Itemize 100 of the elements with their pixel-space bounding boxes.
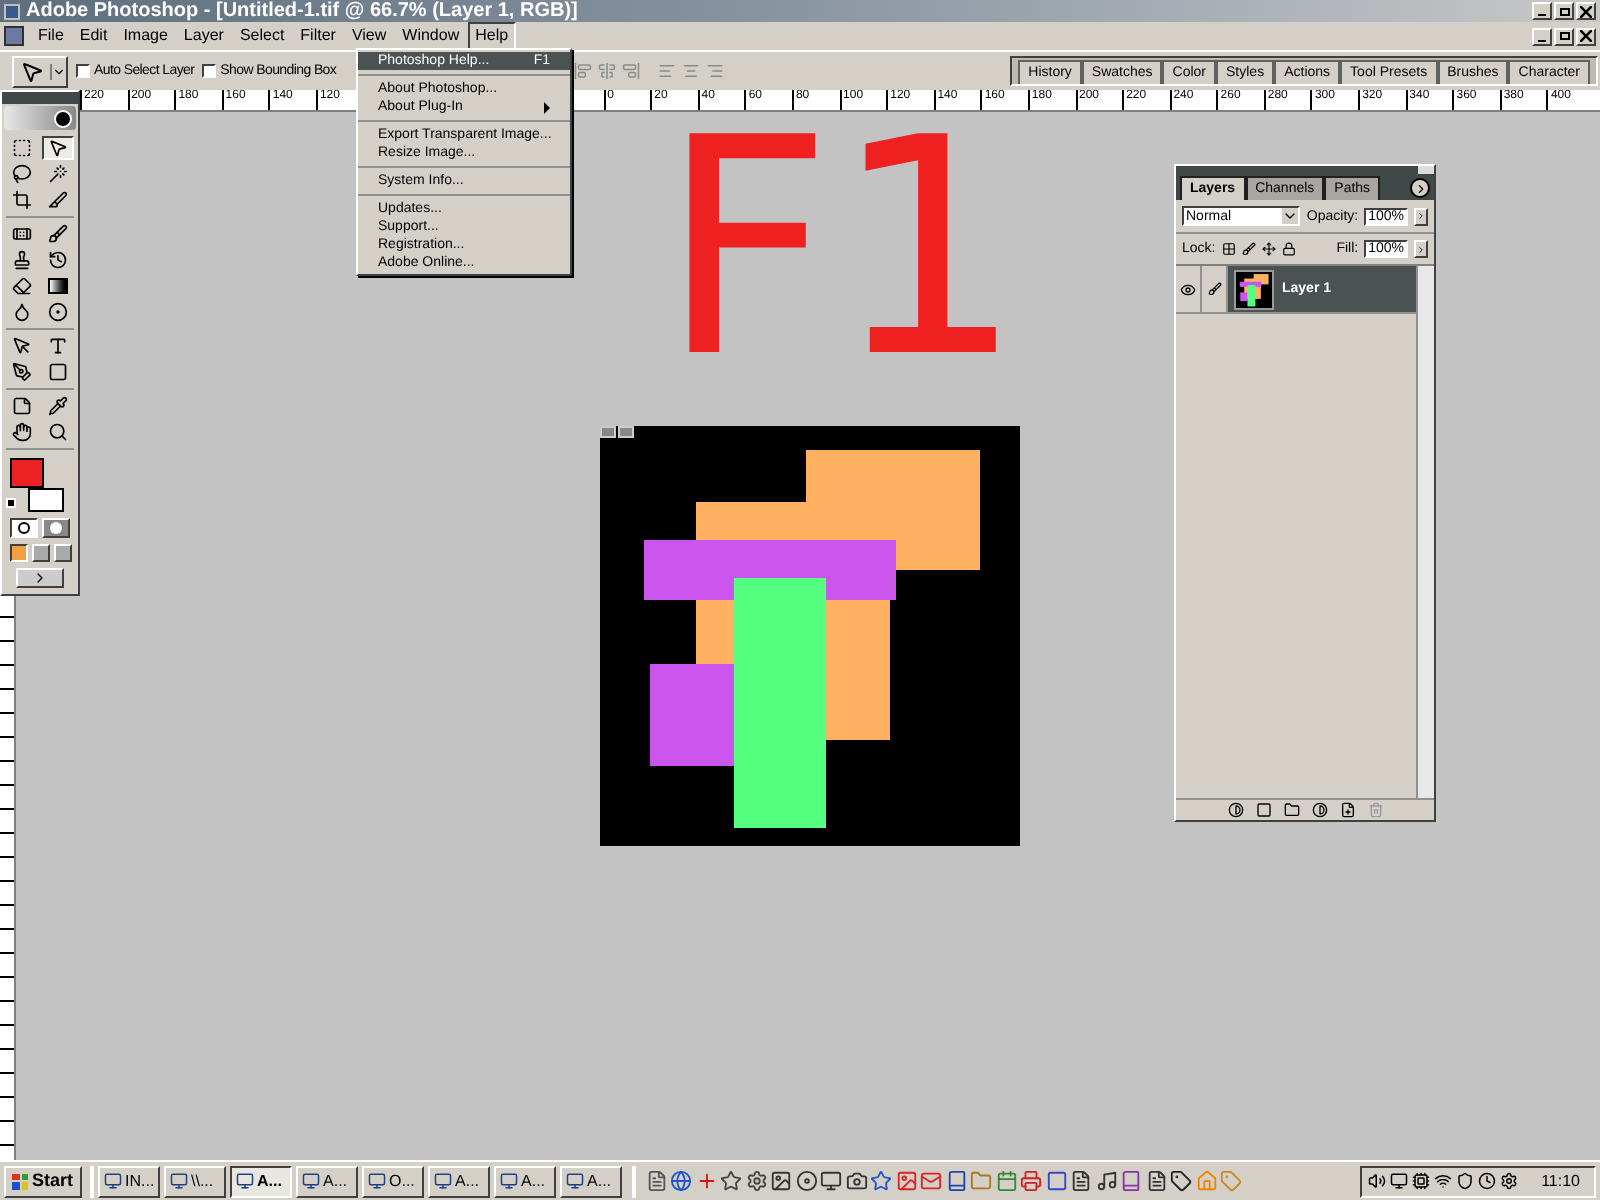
half-circle-icon[interactable] (1227, 802, 1243, 818)
monitor-icon[interactable] (820, 1170, 843, 1192)
checkbox[interactable] (202, 64, 217, 78)
note-icon (12, 396, 32, 416)
menu-item[interactable]: Filter (292, 22, 344, 50)
printer-icon[interactable] (1020, 1170, 1043, 1192)
menu-item[interactable]: Edit (71, 22, 116, 50)
gradient-icon (47, 278, 67, 294)
eye-icon[interactable] (1180, 281, 1196, 297)
monitor-icon[interactable] (1389, 1172, 1408, 1190)
stamp-icon (12, 250, 32, 270)
close-icon (1580, 30, 1592, 42)
arrow-icon (20, 59, 44, 83)
caret-icon (50, 63, 66, 79)
menu-item[interactable]: View (343, 22, 395, 50)
chip-icon[interactable] (1411, 1172, 1430, 1190)
clock: 11:10 (1541, 1173, 1580, 1189)
tool-preset-button[interactable] (12, 55, 68, 87)
brush-icon[interactable] (1241, 242, 1256, 256)
half-circle-icon[interactable] (1311, 802, 1327, 818)
document-restore-button[interactable] (1554, 27, 1574, 45)
cross-icon[interactable] (695, 1170, 718, 1192)
lasso-icon (12, 164, 32, 184)
pen-icon (12, 362, 32, 382)
arrow-icon (47, 138, 67, 158)
window-icon (565, 1172, 584, 1190)
tag-icon[interactable] (1170, 1170, 1193, 1192)
jump-to-button[interactable] (16, 568, 64, 588)
shield-icon[interactable] (1455, 1172, 1474, 1190)
taskbar-button[interactable]: A... (493, 1165, 556, 1197)
default-colors-icon[interactable] (6, 498, 16, 508)
taskbar-button[interactable]: \\... (163, 1165, 226, 1197)
square-icon[interactable] (1255, 802, 1271, 818)
checkerboard-icon[interactable] (1221, 242, 1236, 256)
book-icon[interactable] (945, 1170, 968, 1192)
mail-icon[interactable] (920, 1170, 943, 1192)
disc-icon[interactable] (795, 1170, 818, 1192)
window-title: Adobe Photoshop - [Untitled-1.tif @ 66.7% (Layer 1, RGB)] (26, 1, 578, 21)
menu-item[interactable]: Window (394, 22, 468, 50)
brush-icon (1207, 282, 1221, 296)
annotation-text: F1 (660, 100, 1024, 400)
speaker-icon[interactable] (1367, 1172, 1386, 1190)
fill-slider-button[interactable] (1414, 240, 1428, 258)
tool-button[interactable] (41, 136, 73, 160)
gear-icon[interactable] (745, 1170, 768, 1192)
document-close-button[interactable] (1576, 27, 1596, 45)
caret-icon (1282, 208, 1299, 224)
star-icon[interactable] (870, 1170, 893, 1192)
menu-item[interactable]: Select (231, 22, 293, 50)
clock-icon[interactable] (1477, 1172, 1496, 1190)
menu-item[interactable]: Image (115, 22, 176, 50)
book-icon[interactable] (1120, 1170, 1143, 1192)
foreground-color-swatch[interactable] (10, 458, 44, 488)
window-icon (235, 1172, 254, 1190)
close-icon (1580, 5, 1592, 17)
gear-icon[interactable] (1499, 1172, 1518, 1190)
window-icon (301, 1172, 320, 1190)
circle-dot-icon (47, 302, 67, 322)
background-color-swatch[interactable] (28, 488, 64, 512)
eyedropper-icon (47, 396, 67, 416)
music-icon[interactable] (1095, 1170, 1118, 1192)
taskbar-button[interactable]: A... (229, 1165, 292, 1197)
calendar-icon[interactable] (995, 1170, 1018, 1192)
network-icon[interactable] (1433, 1172, 1452, 1190)
square-icon[interactable] (1045, 1170, 1068, 1192)
window-icon (367, 1172, 386, 1190)
menu-item[interactable]: File (30, 22, 72, 50)
app-close-button[interactable] (1576, 2, 1596, 20)
opacity-slider-button[interactable] (1414, 207, 1428, 225)
start-button[interactable]: Start (4, 1165, 82, 1197)
quick-mask-button[interactable] (42, 518, 70, 538)
menu-item[interactable]: Layer (175, 22, 232, 50)
taskbar-button[interactable]: A... (559, 1165, 622, 1197)
new-page-icon[interactable] (1339, 802, 1355, 818)
taskbar-button[interactable]: A... (295, 1165, 358, 1197)
globe-icon[interactable] (670, 1170, 693, 1192)
toolbox-title-bar (2, 92, 78, 104)
hand-icon (12, 422, 32, 442)
move-icon[interactable] (1261, 242, 1276, 256)
document-minimize-button[interactable] (1532, 27, 1552, 45)
window-icon (103, 1172, 122, 1190)
taskbar-button[interactable]: O... (361, 1165, 424, 1197)
type-icon (47, 336, 67, 356)
standard-mode-button[interactable] (10, 518, 38, 538)
camera-icon[interactable] (845, 1170, 868, 1192)
checkbox[interactable] (76, 64, 90, 78)
star-icon[interactable] (720, 1170, 743, 1192)
app-minimize-button[interactable] (1532, 2, 1552, 20)
palette-menu-button[interactable] (1410, 178, 1430, 198)
droplet-icon (12, 302, 32, 322)
folder-icon[interactable] (1283, 802, 1299, 818)
app-restore-button[interactable] (1554, 2, 1574, 20)
lock-icon[interactable] (1281, 242, 1296, 256)
image-icon[interactable] (770, 1170, 793, 1192)
knife-icon (47, 190, 67, 210)
windows-logo-icon (12, 1173, 28, 1189)
taskbar-button[interactable]: IN... (97, 1165, 160, 1197)
history-icon (47, 250, 67, 270)
taskbar-button[interactable]: A... (427, 1165, 490, 1197)
scrollbar[interactable] (1416, 266, 1434, 798)
